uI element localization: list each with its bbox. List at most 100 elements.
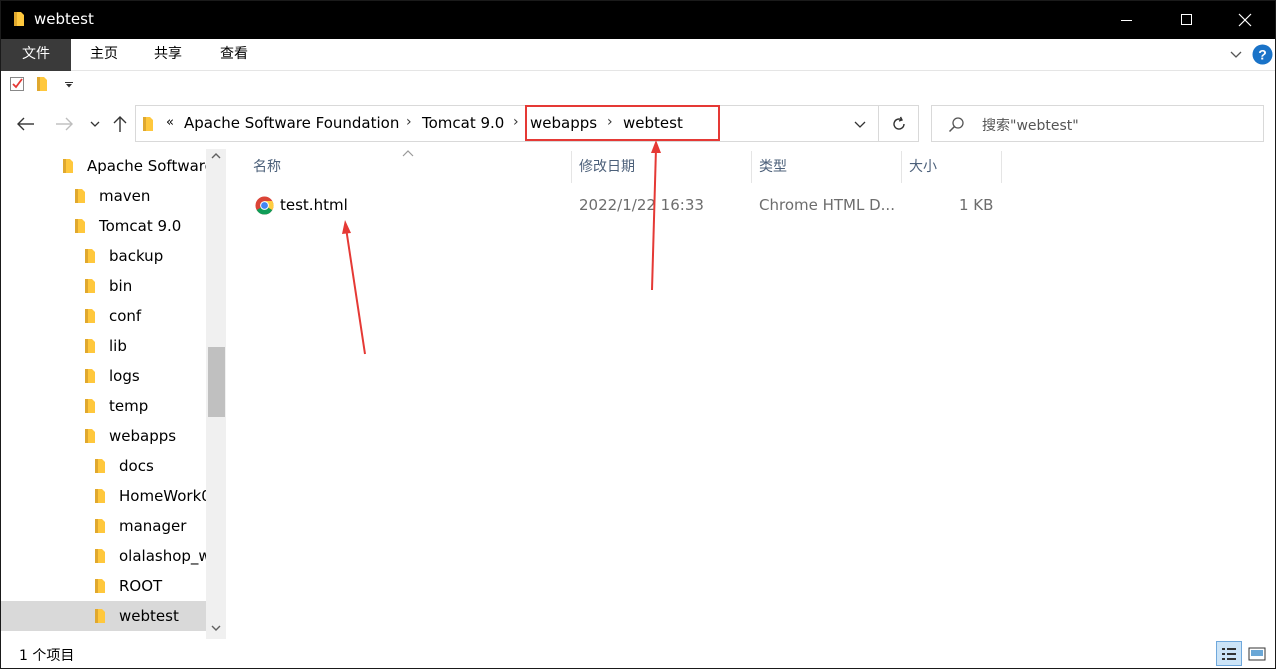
tree-item[interactable]: Tomcat 9.0 bbox=[1, 211, 206, 241]
scroll-down-icon[interactable] bbox=[211, 625, 221, 632]
folder-icon bbox=[14, 12, 24, 26]
maximize-button[interactable] bbox=[1157, 1, 1217, 39]
tab-share[interactable]: 共享 bbox=[141, 39, 195, 71]
details-view-icon bbox=[1222, 647, 1236, 660]
column-header-name[interactable]: 名称 bbox=[253, 151, 281, 183]
sort-ascending-icon bbox=[402, 150, 414, 157]
refresh-button[interactable] bbox=[879, 105, 919, 142]
column-divider[interactable] bbox=[1001, 151, 1002, 183]
folder-icon bbox=[85, 399, 95, 413]
folder-icon bbox=[95, 579, 105, 593]
navigation-scrollbar[interactable] bbox=[206, 149, 226, 639]
item-count: 1 个项目 bbox=[19, 648, 75, 664]
column-divider[interactable] bbox=[571, 151, 572, 183]
details-view-button[interactable] bbox=[1216, 641, 1242, 666]
title-bar: webtest bbox=[1, 1, 1275, 39]
tree-item[interactable]: maven bbox=[1, 181, 206, 211]
maximize-icon bbox=[1181, 14, 1192, 25]
recent-locations-button[interactable] bbox=[87, 111, 103, 137]
folder-icon bbox=[75, 219, 85, 233]
tree-item-label: ROOT bbox=[119, 577, 163, 595]
minimize-button[interactable] bbox=[1097, 1, 1157, 39]
forward-button[interactable] bbox=[51, 111, 77, 137]
folder-icon bbox=[95, 489, 105, 503]
address-dropdown-icon[interactable] bbox=[854, 120, 866, 129]
column-divider[interactable] bbox=[901, 151, 902, 183]
properties-checkbox-icon[interactable] bbox=[10, 77, 25, 92]
tree-item[interactable]: webapps bbox=[1, 421, 206, 451]
ribbon-tabs: 文件 主页 共享 查看 ? bbox=[1, 39, 1275, 71]
file-name[interactable]: test.html bbox=[280, 196, 348, 214]
folder-icon bbox=[75, 189, 85, 203]
folder-icon bbox=[63, 159, 73, 173]
up-button[interactable] bbox=[109, 111, 131, 137]
column-header-modified[interactable]: 修改日期 bbox=[579, 151, 635, 183]
quick-access-toolbar bbox=[1, 71, 1275, 99]
close-button[interactable] bbox=[1215, 1, 1275, 39]
tab-home[interactable]: 主页 bbox=[77, 39, 131, 71]
arrow-left-icon bbox=[17, 117, 34, 131]
tree-item-label: conf bbox=[109, 307, 142, 325]
address-bar[interactable]: « Apache Software Foundation › Tomcat 9.… bbox=[135, 105, 879, 142]
column-divider[interactable] bbox=[751, 151, 752, 183]
breadcrumb-separator-icon[interactable]: › bbox=[513, 114, 519, 130]
tree-item[interactable]: lib bbox=[1, 331, 206, 361]
folder-icon bbox=[85, 309, 95, 323]
tree-item-label: lib bbox=[109, 337, 127, 355]
folder-icon bbox=[95, 459, 105, 473]
expand-ribbon-icon[interactable] bbox=[1230, 50, 1242, 60]
tree-item[interactable]: conf bbox=[1, 301, 206, 331]
tree-item[interactable]: ROOT bbox=[1, 571, 206, 601]
tree-item-label: olalashop_web bbox=[119, 547, 206, 565]
tree-item[interactable]: bin bbox=[1, 271, 206, 301]
tree-item-label: temp bbox=[109, 397, 149, 415]
tree-item-label: webtest bbox=[119, 607, 179, 625]
folder-icon bbox=[143, 117, 153, 131]
breadcrumb-separator-icon[interactable]: › bbox=[406, 114, 412, 130]
minimize-icon bbox=[1121, 20, 1132, 21]
chevron-down-icon bbox=[90, 121, 100, 127]
tab-file[interactable]: 文件 bbox=[1, 39, 71, 71]
large-icons-view-icon bbox=[1248, 647, 1266, 660]
back-button[interactable] bbox=[13, 111, 39, 137]
tree-item[interactable]: olalashop_web bbox=[1, 541, 206, 571]
tree-item[interactable]: webtest bbox=[1, 601, 206, 631]
search-icon bbox=[948, 117, 964, 133]
folder-icon bbox=[85, 279, 95, 293]
column-header-type[interactable]: 类型 bbox=[759, 151, 787, 183]
tree-item[interactable]: Apache Software Foundation bbox=[1, 151, 206, 181]
folder-icon bbox=[95, 519, 105, 533]
folder-icon bbox=[85, 429, 95, 443]
tree-item[interactable]: temp bbox=[1, 391, 206, 421]
tree-item[interactable]: docs bbox=[1, 451, 206, 481]
help-icon[interactable]: ? bbox=[1252, 44, 1273, 65]
arrow-right-icon bbox=[56, 117, 73, 131]
folder-icon bbox=[85, 369, 95, 383]
breadcrumb-overflow[interactable]: « bbox=[166, 115, 174, 130]
tree-item-label: Tomcat 9.0 bbox=[99, 217, 182, 235]
scrollbar-thumb[interactable] bbox=[208, 347, 225, 417]
folder-icon bbox=[85, 249, 95, 263]
tab-view[interactable]: 查看 bbox=[207, 39, 261, 71]
breadcrumb-tomcat[interactable]: Tomcat 9.0 bbox=[422, 114, 504, 132]
customize-dropdown-icon[interactable] bbox=[65, 82, 73, 88]
tree-item-label: docs bbox=[119, 457, 154, 475]
scroll-up-icon[interactable] bbox=[211, 152, 221, 159]
tree-item[interactable]: logs bbox=[1, 361, 206, 391]
tree-item[interactable]: HomeWork01 bbox=[1, 481, 206, 511]
file-size: 1 KB bbox=[959, 196, 994, 214]
tree-item-label: manager bbox=[119, 517, 187, 535]
new-folder-icon[interactable] bbox=[36, 76, 48, 92]
column-header-size[interactable]: 大小 bbox=[909, 151, 937, 183]
search-box[interactable]: 搜索"webtest" bbox=[931, 105, 1264, 142]
file-row[interactable]: test.html 2022/1/22 16:33 Chrome HTML D.… bbox=[245, 191, 1001, 221]
navigation-pane: Apache Software Foundation maven Tomcat 9.… bbox=[1, 149, 227, 639]
tree-item[interactable]: backup bbox=[1, 241, 206, 271]
explorer-window: webtest 文件 主页 共享 查看 ? « Apache Software … bbox=[0, 0, 1276, 669]
folder-icon bbox=[95, 549, 105, 563]
large-icons-view-button[interactable] bbox=[1244, 641, 1270, 666]
arrow-to-file-icon bbox=[342, 220, 366, 355]
breadcrumb-apache[interactable]: Apache Software Foundation bbox=[184, 114, 399, 132]
tree-item[interactable]: manager bbox=[1, 511, 206, 541]
arrow-up-icon bbox=[113, 116, 127, 132]
